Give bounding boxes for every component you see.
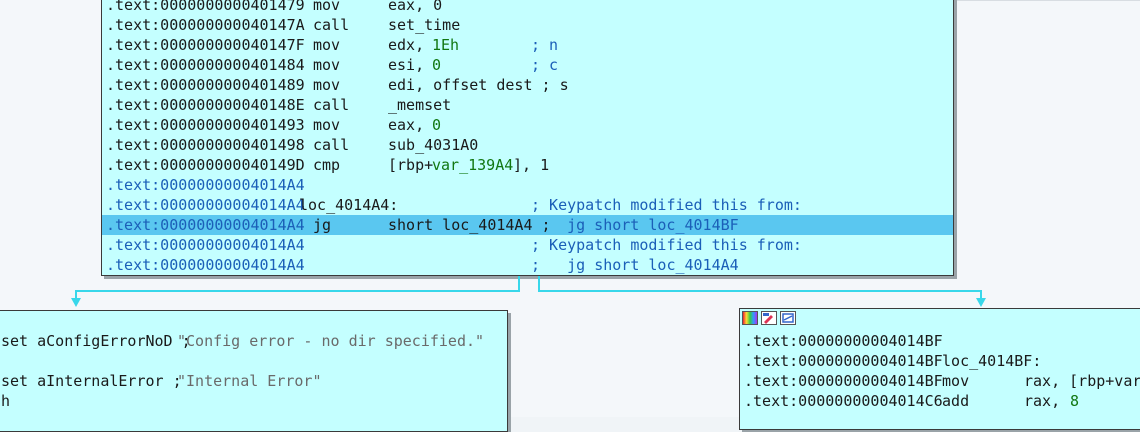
address: .text:0000000000401484 [106, 56, 305, 74]
operand: edi, offset dest ; s [388, 76, 569, 94]
address: .text:00000000004014A4 [106, 236, 305, 254]
address: .text:0000000000401479 [106, 0, 305, 14]
palette-icon[interactable] [742, 311, 758, 325]
operand: rax, [rbp+var_ [1024, 372, 1140, 390]
code-line[interactable]: .text:000000000040147F mov edx, 1Eh ; n [106, 35, 951, 55]
address: .text:00000000004014A4 [106, 256, 305, 274]
operand-number: 8 [1070, 392, 1080, 410]
address: .text:000000000040147F [106, 36, 305, 54]
code-line[interactable]: .text:00000000004014A4 ; Keypatch modifi… [106, 235, 951, 255]
comment: ; Keypatch modified this from: [531, 236, 802, 254]
code-label[interactable]: loc_4014A4: [299, 195, 398, 215]
address: .text:00000000004014C6 [744, 392, 943, 410]
mnemonic: mov [933, 372, 970, 390]
code-line[interactable]: .text:0000000000401484 mov esi, 0 ; c [106, 55, 951, 75]
mnemonic: mov [313, 0, 341, 14]
string-literal: "Internal Error" [177, 372, 322, 390]
address: .text:0000000000401493 [106, 116, 305, 134]
code-block-main[interactable]: .text:0000000000401479 mov eax, 0 .text:… [101, 0, 954, 276]
address: .text:00000000004014BF [744, 352, 943, 370]
operand: eax, 0 [388, 0, 443, 14]
code-line-selected[interactable]: .text:00000000004014A4 jg short loc_4014… [102, 215, 953, 235]
mnemonic: call [313, 136, 350, 154]
code-line[interactable]: .text:000000000040148E call _memset [106, 95, 951, 115]
operand: edx, [388, 36, 434, 54]
operand: set aConfigErrorNoD ; [1, 332, 200, 350]
code-label[interactable]: loc_4014BF: [933, 351, 1041, 371]
address: .text:000000000040148E [106, 96, 305, 114]
address: .text:000000000040149D [106, 156, 305, 174]
graph-icon[interactable] [780, 311, 796, 325]
comment: jg short loc_4014BF [540, 216, 739, 234]
address: .text:00000000004014A4 [106, 216, 305, 234]
code-line[interactable]: .text:0000000000401479 mov eax, 0 [106, 0, 951, 15]
string-literal: "Config error - no dir specified." [177, 332, 485, 350]
address: .text:0000000000401498 [106, 136, 305, 154]
code-line[interactable]: .text:00000000004014BF loc_4014BF: [744, 351, 1140, 371]
code-line[interactable]: .text:00000000004014BF [744, 331, 1140, 351]
operand[interactable]: short loc_4014A4 ; [388, 215, 551, 235]
mnemonic: mov [313, 116, 341, 134]
address: .text:000000000040147A [106, 16, 305, 34]
code-block-left[interactable]: set aConfigErrorNoD ; "Config error - no… [0, 310, 508, 432]
code-line[interactable]: .text:000000000040147A call set_time [106, 15, 951, 35]
node-toolbar [740, 309, 1140, 329]
operand-number: 1Eh [432, 36, 460, 54]
code-line[interactable]: .text:00000000004014A4 [106, 175, 951, 195]
operand: set_time [388, 16, 461, 34]
mnemonic: add [933, 392, 970, 410]
address: .text:00000000004014A4 [106, 176, 305, 194]
code-line[interactable]: set aInternalError ; "Internal Error" [1, 371, 506, 391]
operand: eax, [388, 116, 434, 134]
code-line[interactable]: .text:000000000040149D cmp [rbp+ var_139… [106, 155, 951, 175]
code-line[interactable]: h [1, 391, 506, 411]
code-line[interactable]: .text:00000000004014A4 ; jg short loc_40… [106, 255, 951, 275]
comment: ; c [531, 56, 559, 74]
code-line[interactable]: .text:0000000000401489 mov edi, offset d… [106, 75, 951, 95]
operand: ], 1 [513, 156, 550, 174]
mnemonic: mov [313, 76, 341, 94]
operand: sub_4031A0 [388, 136, 479, 154]
mnemonic: jg [313, 216, 332, 234]
comment: ; jg short loc_4014A4 [531, 256, 739, 274]
code-line[interactable]: .text:00000000004014C6 add rax, 8 [744, 391, 1140, 411]
comment: ; Keypatch modified this from: [531, 196, 802, 214]
comment: ; n [531, 36, 559, 54]
operand-variable: var_139A4 [432, 156, 514, 174]
address: .text:00000000004014BF [744, 332, 943, 350]
mnemonic: cmp [313, 156, 341, 174]
code-block-right[interactable]: .text:00000000004014BF .text:00000000004… [739, 308, 1140, 430]
address: .text:00000000004014A4 [106, 196, 305, 214]
code-line[interactable]: .text:0000000000401493 mov eax, 0 [106, 115, 951, 135]
mnemonic: call [313, 96, 350, 114]
address: .text:0000000000401489 [106, 76, 305, 94]
operand: h [1, 392, 11, 410]
address: .text:00000000004014BF [744, 372, 943, 390]
code-line[interactable]: .text:0000000000401498 call sub_4031A0 [106, 135, 951, 155]
edit-icon[interactable] [761, 311, 777, 325]
code-line[interactable]: set aConfigErrorNoD ; "Config error - no… [1, 331, 506, 351]
operand-number: 0 [432, 116, 442, 134]
operand: rax, [1024, 392, 1070, 410]
operand: esi, [388, 56, 434, 74]
operand: [rbp+ [388, 156, 434, 174]
arrow-down-icon [976, 298, 986, 307]
mnemonic: mov [313, 36, 341, 54]
mnemonic: mov [313, 56, 341, 74]
operand: set aInternalError ; [1, 372, 191, 390]
arrow-down-icon [71, 298, 81, 307]
operand: _memset [388, 96, 452, 114]
code-line[interactable]: .text:00000000004014BF mov rax, [rbp+var… [744, 371, 1140, 391]
operand-number: 0 [432, 56, 442, 74]
mnemonic: call [313, 16, 350, 34]
code-line[interactable]: .text:00000000004014A4 loc_4014A4: ; Key… [106, 195, 951, 215]
